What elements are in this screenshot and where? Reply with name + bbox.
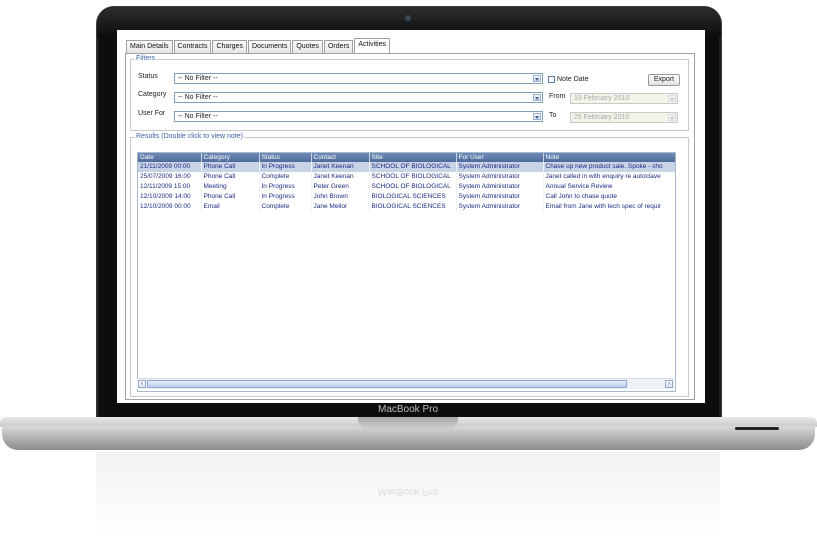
cell-category: Phone Call xyxy=(201,192,260,202)
status-label: Status xyxy=(138,73,158,80)
column-header-site[interactable]: Site xyxy=(369,153,457,162)
cell-contact: Janet Keenan xyxy=(311,172,370,182)
filters-legend: Filters xyxy=(135,55,157,63)
column-header-status[interactable]: Status xyxy=(259,153,312,162)
tab-orders[interactable]: Orders xyxy=(323,40,354,53)
scroll-left-icon[interactable]: ‹ xyxy=(138,380,146,388)
cell-category: Phone Call xyxy=(201,162,260,172)
status-select[interactable]: -- No Filter -- xyxy=(174,73,543,84)
app-screen: Main Details Contracts Charges Documents… xyxy=(117,30,705,403)
cell-for-user: System Administrator xyxy=(456,192,544,202)
results-grid[interactable]: Date Category Status Contact Site For Us… xyxy=(137,152,676,392)
cell-status: In Progress xyxy=(259,192,312,202)
category-select[interactable]: -- No Filter -- xyxy=(174,92,543,103)
from-date-picker[interactable]: 19 February 2010 xyxy=(570,93,678,104)
camera-icon xyxy=(405,15,411,21)
results-legend: Results (Double click to view note) xyxy=(135,133,244,141)
table-row[interactable]: 12/11/2009 15:00 Meeting In Progress Pet… xyxy=(138,182,675,192)
device-brand: MacBook Pro xyxy=(377,404,439,415)
tab-contracts[interactable]: Contracts xyxy=(173,40,212,53)
note-date-checkbox[interactable] xyxy=(548,76,555,83)
cell-note: Janet called in with enquiry re autoclav… xyxy=(543,172,675,182)
status-select-value: -- No Filter -- xyxy=(178,75,218,82)
results-table: Date Category Status Contact Site For Us… xyxy=(138,153,675,212)
category-select-value: -- No Filter -- xyxy=(178,94,218,101)
cell-note: Chase up new product sale. Spoke - sho xyxy=(543,162,675,172)
scroll-right-icon[interactable]: › xyxy=(665,380,673,388)
results-header-row: Date Category Status Contact Site For Us… xyxy=(138,153,675,162)
chevron-down-icon[interactable] xyxy=(533,94,541,101)
cell-for-user: System Administrator xyxy=(456,162,544,172)
column-header-contact[interactable]: Contact xyxy=(311,153,370,162)
cell-contact: John Brown xyxy=(311,192,370,202)
tab-quotes[interactable]: Quotes xyxy=(292,40,323,53)
cell-for-user: System Administrator xyxy=(456,182,544,192)
cell-category: Meeting xyxy=(201,182,260,192)
tab-bar: Main Details Contracts Charges Documents… xyxy=(126,38,391,53)
cell-note: Call John to chase quote xyxy=(543,192,675,202)
cell-contact: Janet Keenan xyxy=(311,162,370,172)
table-row[interactable]: 21/11/2009 00:00 Phone Call In Progress … xyxy=(138,162,675,172)
cell-status: In Progress xyxy=(259,182,312,192)
to-date-value: 25 February 2010 xyxy=(574,114,630,121)
laptop-notch xyxy=(358,417,458,429)
export-button[interactable]: Export xyxy=(648,74,680,86)
cell-date: 25/07/2009 16:00 xyxy=(138,172,202,182)
column-header-category[interactable]: Category xyxy=(201,153,260,162)
chevron-down-icon[interactable] xyxy=(533,113,541,120)
horizontal-scrollbar[interactable]: ‹ › xyxy=(137,378,674,389)
to-date-picker[interactable]: 25 February 2010 xyxy=(570,112,678,123)
tab-main-details[interactable]: Main Details xyxy=(126,40,173,53)
from-date-value: 19 February 2010 xyxy=(574,95,630,102)
cell-contact: Jane Mellor xyxy=(311,202,370,212)
chevron-down-icon[interactable] xyxy=(668,95,676,102)
column-header-note[interactable]: Note xyxy=(543,153,675,162)
cell-status: In Progress xyxy=(259,162,312,172)
cell-for-user: System Administrator xyxy=(456,172,544,182)
table-row[interactable]: 12/10/2009 14:00 Phone Call In Progress … xyxy=(138,192,675,202)
cell-category: Email xyxy=(201,202,260,212)
chevron-down-icon[interactable] xyxy=(533,75,541,82)
cell-status: Complete xyxy=(259,202,312,212)
device-brand-reflection: MacBook Pro xyxy=(377,486,439,497)
laptop-base xyxy=(2,426,815,450)
cell-for-user: System Administrator xyxy=(456,202,544,212)
cell-status: Complete xyxy=(259,172,312,182)
cell-site: SCHOOL OF BIOLOGICAL xyxy=(369,162,457,172)
cell-date: 12/10/2009 00:00 xyxy=(138,202,202,212)
table-row[interactable]: 25/07/2009 16:00 Phone Call Complete Jan… xyxy=(138,172,675,182)
tab-charges[interactable]: Charges xyxy=(212,40,247,53)
activities-panel: Filters Status -- No Filter -- Category … xyxy=(125,53,695,400)
tab-documents[interactable]: Documents xyxy=(247,40,292,53)
cell-site: BIOLOGICAL SCIENCES xyxy=(369,202,457,212)
laptop-slot xyxy=(735,427,779,430)
cell-contact: Peter Green xyxy=(311,182,370,192)
user-for-label: User For xyxy=(138,110,166,117)
cell-note: Annual Service Review xyxy=(543,182,675,192)
chevron-down-icon[interactable] xyxy=(668,114,676,121)
from-label: From xyxy=(549,93,566,100)
cell-site: SCHOOL OF BIOLOGICAL xyxy=(369,182,457,192)
tab-activities[interactable]: Activities xyxy=(354,38,390,53)
category-label: Category xyxy=(138,91,167,98)
scrollbar-thumb[interactable] xyxy=(147,380,627,388)
cell-site: BIOLOGICAL SCIENCES xyxy=(369,192,457,202)
column-header-for-user[interactable]: For User xyxy=(456,153,544,162)
user-for-select[interactable]: -- No Filter -- xyxy=(174,111,543,122)
to-label: To xyxy=(549,112,557,119)
column-header-date[interactable]: Date xyxy=(138,153,202,162)
cell-site: SCHOOL OF BIOLOGICAL xyxy=(369,172,457,182)
table-row[interactable]: 12/10/2009 00:00 Email Complete Jane Mel… xyxy=(138,202,675,212)
results-group: Date Category Status Contact Site For Us… xyxy=(130,137,689,397)
cell-date: 12/10/2009 14:00 xyxy=(138,192,202,202)
cell-date: 21/11/2009 00:00 xyxy=(138,162,202,172)
cell-category: Phone Call xyxy=(201,172,260,182)
user-for-select-value: -- No Filter -- xyxy=(178,113,218,120)
note-date-label: Note Date xyxy=(557,76,589,83)
cell-date: 12/11/2009 15:00 xyxy=(138,182,202,192)
cell-note: Email from Jane with tech spec of requir xyxy=(543,202,675,212)
